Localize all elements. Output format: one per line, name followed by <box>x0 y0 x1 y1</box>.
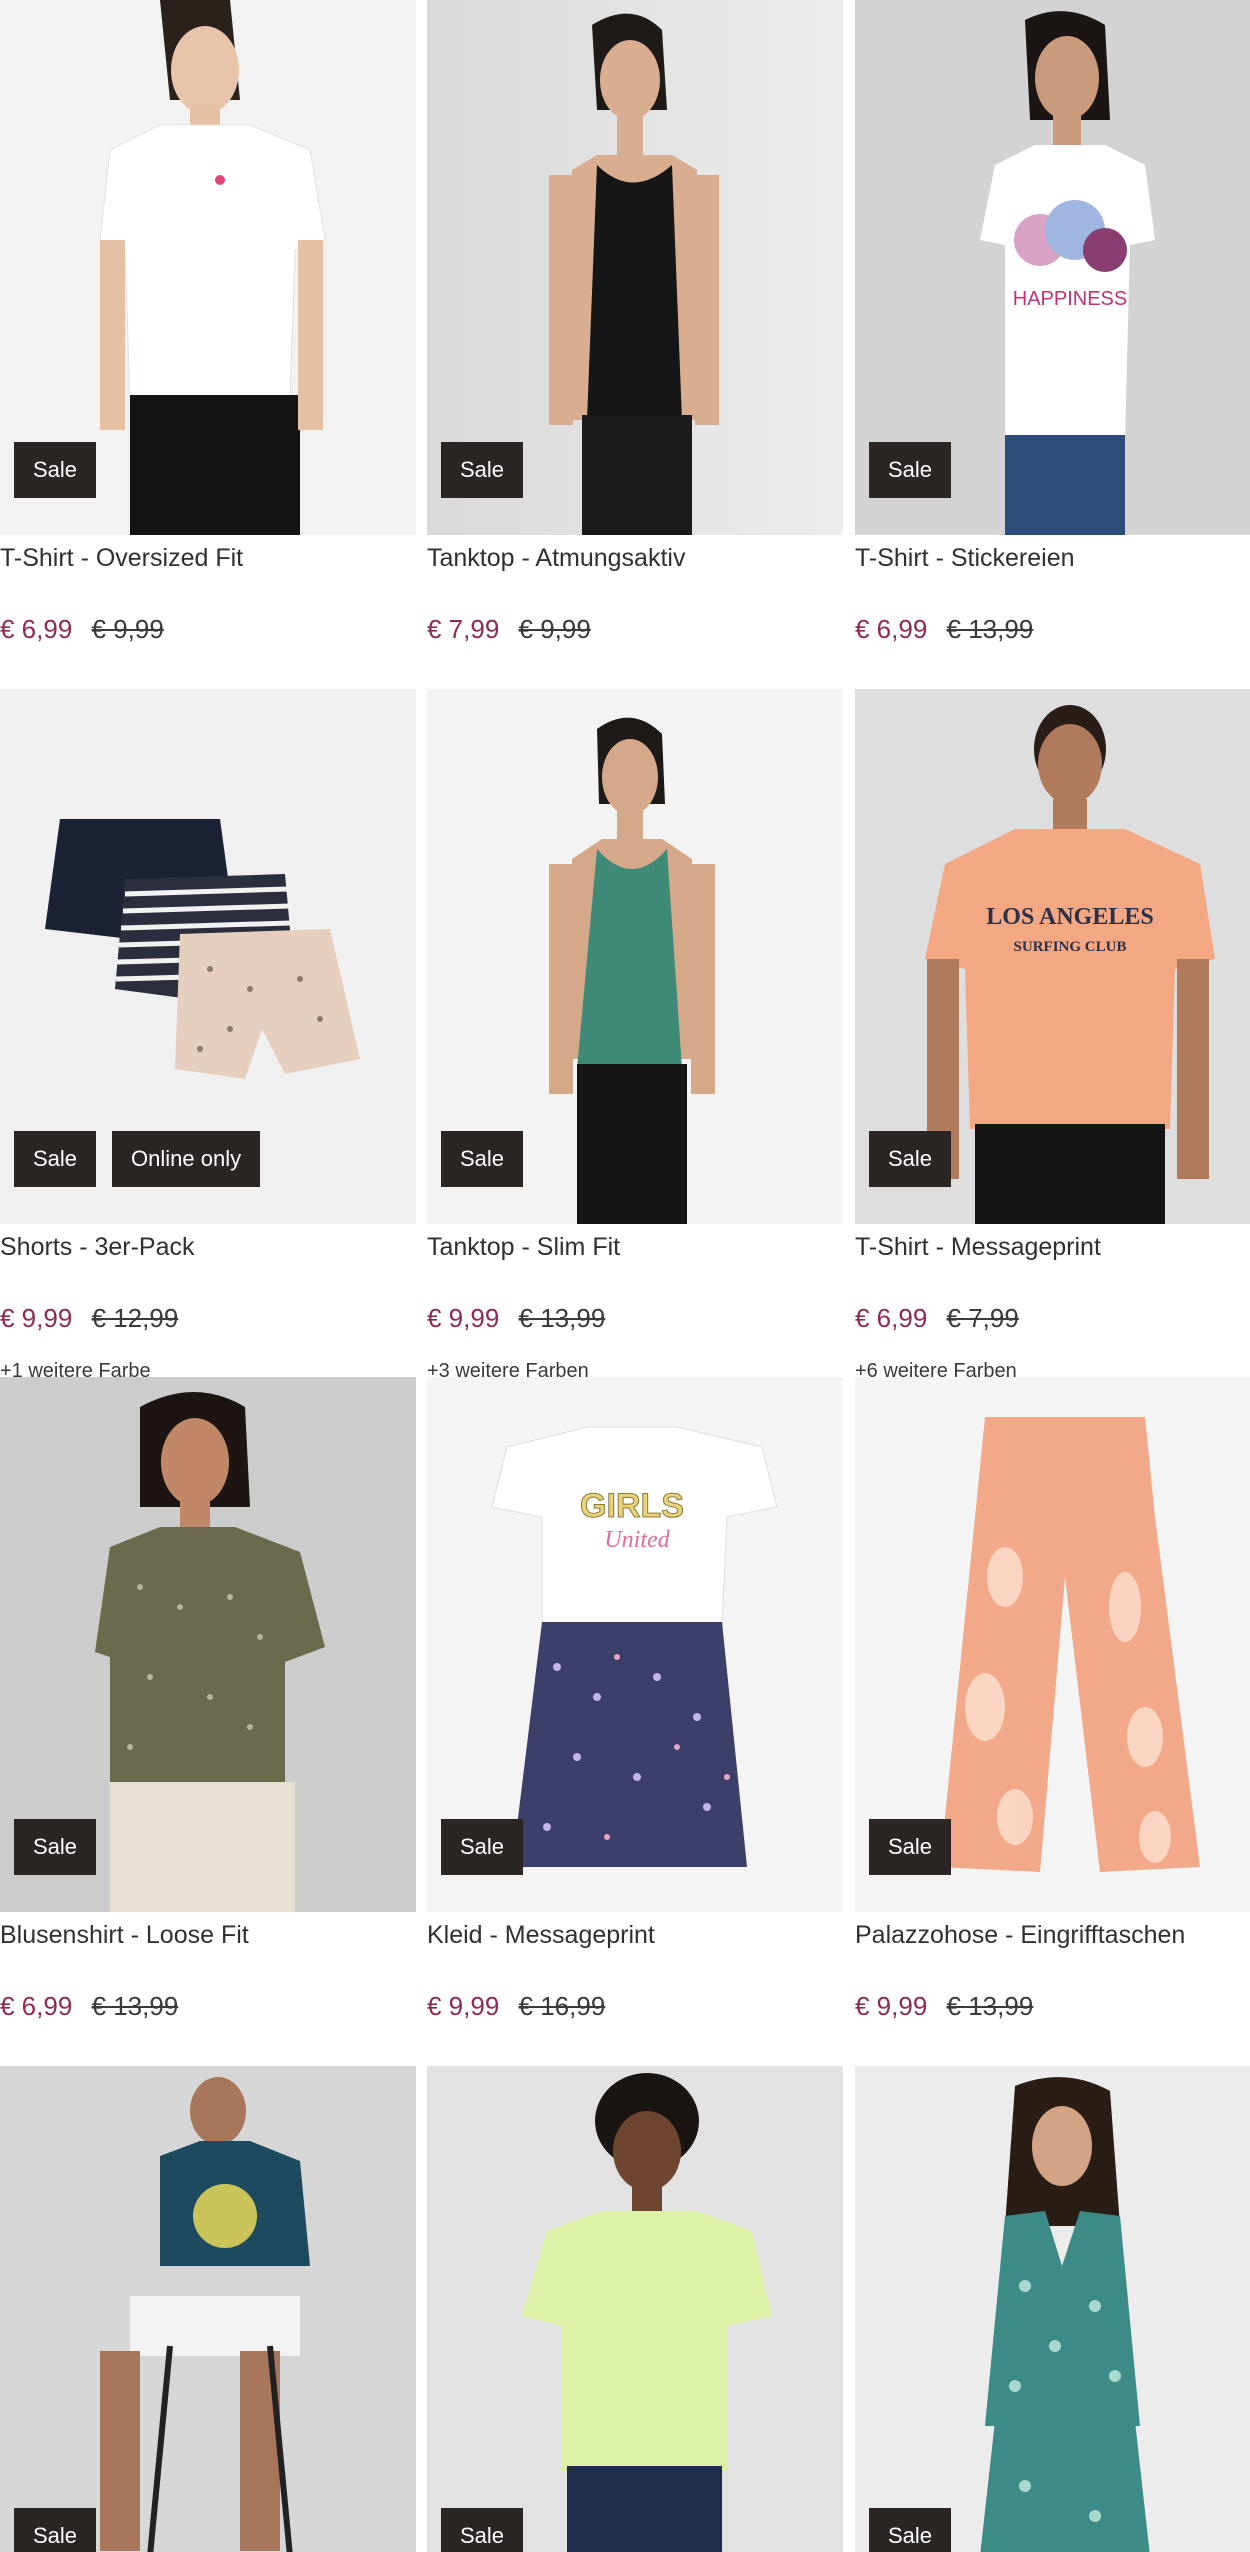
sale-price: € 9,99 <box>427 1303 500 1333</box>
product-image[interactable]: Sale <box>0 1377 416 1912</box>
sale-price: € 6,99 <box>0 1991 73 2021</box>
product-image[interactable]: Sale <box>427 2066 843 2552</box>
sale-badge: Sale <box>869 1131 952 1187</box>
badge-group: Sale <box>441 1131 524 1187</box>
badge-group: Sale <box>441 1819 524 1875</box>
sale-badge: Sale <box>441 1819 524 1875</box>
price-row: € 9,99 € 12,99 <box>0 1303 178 1334</box>
product-name[interactable]: Tanktop - Slim Fit <box>427 1233 843 1262</box>
product-image[interactable]: Sale <box>855 2066 1250 2552</box>
badge-group: Sale <box>869 1819 952 1875</box>
sale-price: € 9,99 <box>855 1991 928 2021</box>
woman-patterned-top-image <box>855 2066 1250 2552</box>
sale-badge: Sale <box>869 442 952 498</box>
product-name[interactable]: Kleid - Messageprint <box>427 1921 843 1950</box>
product-grid: Sale T-Shirt - Oversized Fit € 6,99 € 9,… <box>0 0 1250 2552</box>
badge-group: Sale <box>14 1819 97 1875</box>
sale-badge: Sale <box>14 2508 97 2552</box>
badge-group: Sale Online only <box>14 1131 261 1187</box>
product-image[interactable]: Sale <box>427 689 843 1224</box>
svg-text:United: United <box>604 1527 670 1553</box>
svg-text:SURFING CLUB: SURFING CLUB <box>1014 939 1127 955</box>
online-only-badge: Online only <box>112 1131 261 1187</box>
sale-price: € 9,99 <box>0 1303 73 1333</box>
original-price: € 9,99 <box>518 614 591 644</box>
original-price: € 13,99 <box>946 614 1034 644</box>
product-name[interactable]: Palazzohose - Eingrifftaschen <box>855 1921 1250 1950</box>
original-price: € 13,99 <box>91 1991 179 2021</box>
product-image[interactable]: HAPPINESS Sale <box>855 0 1250 535</box>
price-row: € 9,99 € 13,99 <box>427 1303 605 1334</box>
product-image[interactable]: Sale <box>855 1377 1250 1912</box>
product-name[interactable]: Blusenshirt - Loose Fit <box>0 1921 416 1950</box>
original-price: € 7,99 <box>946 1303 1019 1333</box>
badge-group: Sale <box>869 2508 952 2552</box>
sale-badge: Sale <box>441 2508 524 2552</box>
original-price: € 12,99 <box>91 1303 179 1333</box>
sale-price: € 6,99 <box>855 1303 928 1333</box>
original-price: € 13,99 <box>518 1303 606 1333</box>
product-name[interactable]: T-Shirt - Messageprint <box>855 1233 1250 1262</box>
product-image[interactable]: Sale Online only <box>0 689 416 1224</box>
price-row: € 7,99 € 9,99 <box>427 614 591 645</box>
product-name[interactable]: T-Shirt - Oversized Fit <box>0 544 416 573</box>
price-row: € 6,99 € 13,99 <box>0 1991 178 2022</box>
woman-lime-shirt-image <box>427 2066 843 2552</box>
badge-group: Sale <box>869 442 952 498</box>
badge-group: Sale <box>14 442 97 498</box>
badge-group: Sale <box>869 1131 952 1187</box>
product-image[interactable]: LOS ANGELES SURFING CLUB Sale <box>855 689 1250 1224</box>
product-name[interactable]: Tanktop - Atmungsaktiv <box>427 544 843 573</box>
original-price: € 9,99 <box>91 614 164 644</box>
product-image[interactable]: Sale <box>0 2066 416 2552</box>
sale-badge: Sale <box>14 1819 97 1875</box>
badge-group: Sale <box>441 2508 524 2552</box>
badge-group: Sale <box>441 442 524 498</box>
product-image[interactable]: GIRLS United Sale <box>427 1377 843 1912</box>
price-row: € 9,99 € 13,99 <box>855 1991 1033 2022</box>
svg-text:GIRLS: GIRLS <box>580 1487 684 1525</box>
sale-badge: Sale <box>869 1819 952 1875</box>
price-row: € 6,99 € 13,99 <box>855 614 1033 645</box>
sale-price: € 6,99 <box>0 614 73 644</box>
sale-badge: Sale <box>869 2508 952 2552</box>
sale-badge: Sale <box>14 1131 97 1187</box>
product-name[interactable]: Shorts - 3er-Pack <box>0 1233 416 1262</box>
product-name[interactable]: T-Shirt - Stickereien <box>855 544 1250 573</box>
sale-badge: Sale <box>14 442 97 498</box>
sale-price: € 6,99 <box>855 614 928 644</box>
original-price: € 13,99 <box>946 1991 1034 2021</box>
product-image[interactable]: Sale <box>0 0 416 535</box>
sale-price: € 7,99 <box>427 614 500 644</box>
sale-price: € 9,99 <box>427 1991 500 2021</box>
original-price: € 16,99 <box>518 1991 606 2021</box>
svg-text:LOS ANGELES: LOS ANGELES <box>986 904 1153 930</box>
price-row: € 9,99 € 16,99 <box>427 1991 605 2022</box>
sale-badge: Sale <box>441 1131 524 1187</box>
price-row: € 6,99 € 7,99 <box>855 1303 1019 1334</box>
svg-text:HAPPINESS: HAPPINESS <box>1013 288 1127 310</box>
sale-badge: Sale <box>441 442 524 498</box>
product-image[interactable]: Sale <box>427 0 843 535</box>
man-blue-tshirt-image <box>0 2066 416 2552</box>
price-row: € 6,99 € 9,99 <box>0 614 164 645</box>
badge-group: Sale <box>14 2508 97 2552</box>
